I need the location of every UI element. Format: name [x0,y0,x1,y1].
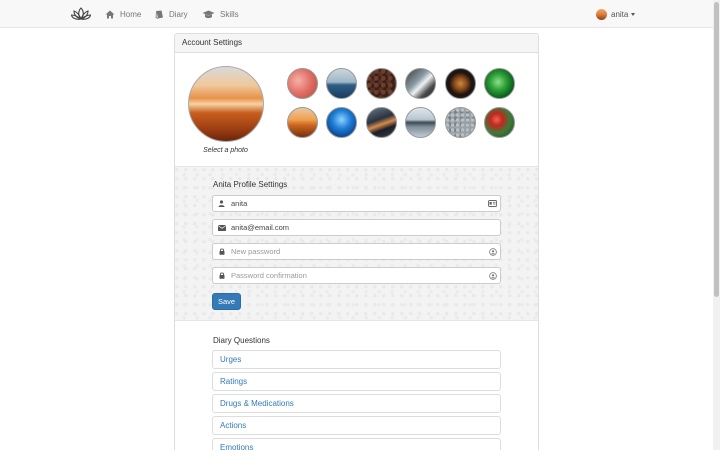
photo-thumb-waterfall-rocks[interactable] [405,68,436,99]
book-icon [155,10,163,19]
photo-thumb-pebbles[interactable] [445,107,476,138]
save-button[interactable]: Save [212,293,241,310]
current-profile-photo [188,66,264,142]
user-icon [213,196,230,211]
diary-item-urges[interactable]: Urges [212,350,501,369]
user-menu-dropdown[interactable]: anita [596,0,636,28]
photo-selector: Select a photo [175,53,538,167]
photo-thumb-desert-sunset[interactable] [287,107,318,138]
diary-questions-section: Diary Questions Urges Ratings Drugs & Me… [175,322,538,450]
panel-title: Account Settings [175,34,538,53]
photo-thumb-ocean-horizon[interactable] [326,68,357,99]
avatar [596,8,607,20]
diary-item-ratings[interactable]: Ratings [212,372,501,391]
password-confirmation-input[interactable] [230,268,485,283]
user-name: anita [611,9,629,19]
photo-thumb-highway-night[interactable] [366,107,397,138]
nav-home-label: Home [120,9,142,19]
id-card-icon [485,196,500,211]
new-password-input[interactable] [230,244,485,259]
password-key-icon[interactable] [485,268,500,283]
page-scrollbar[interactable] [713,0,720,450]
home-icon [105,10,115,18]
caret-down-icon [631,12,636,16]
lock-icon [213,244,230,259]
username-field[interactable] [212,195,501,212]
diary-questions-title: Diary Questions [213,336,270,345]
photo-thumb-blue-water[interactable] [326,107,357,138]
password-key-icon[interactable] [485,244,500,259]
envelope-icon [213,220,230,235]
password-confirmation-field[interactable] [212,267,501,284]
nav-diary-label: Diary [169,9,188,19]
diary-item-drugs-medications[interactable]: Drugs & Medications [212,394,501,413]
profile-settings-title: Anita Profile Settings [213,180,288,189]
nav-skills-link[interactable]: Skills [202,0,239,28]
nav-skills-label: Skills [220,9,239,19]
profile-settings-form: Anita Profile Settings anita anita@email… [175,167,538,321]
photo-thumb-green-leaf[interactable] [484,68,515,99]
nav-diary-link[interactable]: Diary [155,0,188,28]
email-field[interactable] [212,219,501,236]
photo-thumb-coffee-beans[interactable] [366,68,397,99]
photo-thumb-lake-mountains[interactable] [405,107,436,138]
new-password-field[interactable] [212,243,501,260]
photo-thumb-coffee-cup[interactable] [445,68,476,99]
photo-thumb-red-flower[interactable] [484,107,515,138]
diary-item-emotions[interactable]: Emotions [212,438,501,450]
photo-thumb-pink-flowers[interactable] [287,68,318,99]
account-settings-panel: Account Settings Select a photo Anita Pr… [174,33,539,450]
email-input[interactable] [230,220,485,235]
lotus-icon[interactable] [71,6,91,22]
top-navbar: Home Diary Skills anita [0,0,713,28]
nav-home-link[interactable]: Home [105,0,141,28]
lock-icon [213,268,230,283]
select-photo-caption: Select a photo [203,147,248,154]
scrollbar-thumb[interactable] [714,2,719,297]
graduation-cap-icon [202,10,215,18]
username-input[interactable] [230,196,485,211]
diary-item-actions[interactable]: Actions [212,416,501,435]
